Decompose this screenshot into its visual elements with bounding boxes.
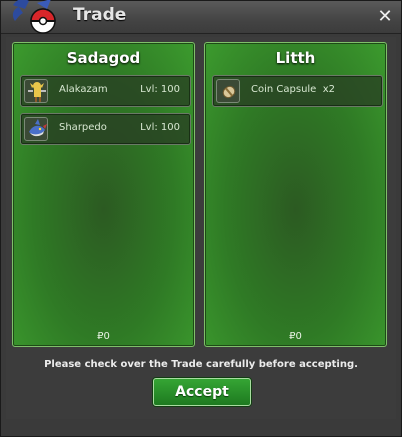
item-name: Alakazam <box>59 84 108 95</box>
sharpedo-sprite-icon <box>24 117 48 141</box>
trade-item-sharpedo[interactable]: Sharpedo Lvl: 100 <box>20 113 191 145</box>
coin-capsule-icon <box>216 79 240 103</box>
title-bar[interactable]: Trade ✕ <box>1 0 401 34</box>
trade-window: Trade ✕ Sadagod Alakazam Lvl: 100 Sharpe… <box>0 0 402 437</box>
close-icon[interactable]: ✕ <box>375 7 395 27</box>
item-level: Lvl: 100 <box>140 84 180 95</box>
trade-item-coin-capsule[interactable]: Coin Capsule x2 <box>212 75 383 107</box>
alakazam-sprite-icon <box>24 79 48 103</box>
item-name: Coin Capsule x2 <box>251 84 335 95</box>
trade-panel-partner: Litth Coin Capsule x2 ₽0 <box>204 42 387 347</box>
item-level: Lvl: 100 <box>140 122 180 133</box>
item-name: Sharpedo <box>59 122 107 133</box>
player-name-left: Sadagod <box>66 49 141 67</box>
pokeball-logo-icon <box>12 0 56 34</box>
trade-item-alakazam[interactable]: Alakazam Lvl: 100 <box>20 75 191 107</box>
accept-button[interactable]: Accept <box>153 378 251 406</box>
window-title: Trade <box>73 5 127 25</box>
trade-panel-self: Sadagod Alakazam Lvl: 100 Sharpedo Lvl: … <box>12 42 195 347</box>
trade-body: Sadagod Alakazam Lvl: 100 Sharpedo Lvl: … <box>6 37 396 419</box>
money-offer-right: ₽0 <box>289 331 302 342</box>
money-offer-left: ₽0 <box>97 331 110 342</box>
trade-notice: Please check over the Trade carefully be… <box>44 359 358 370</box>
player-name-right: Litth <box>275 49 316 67</box>
